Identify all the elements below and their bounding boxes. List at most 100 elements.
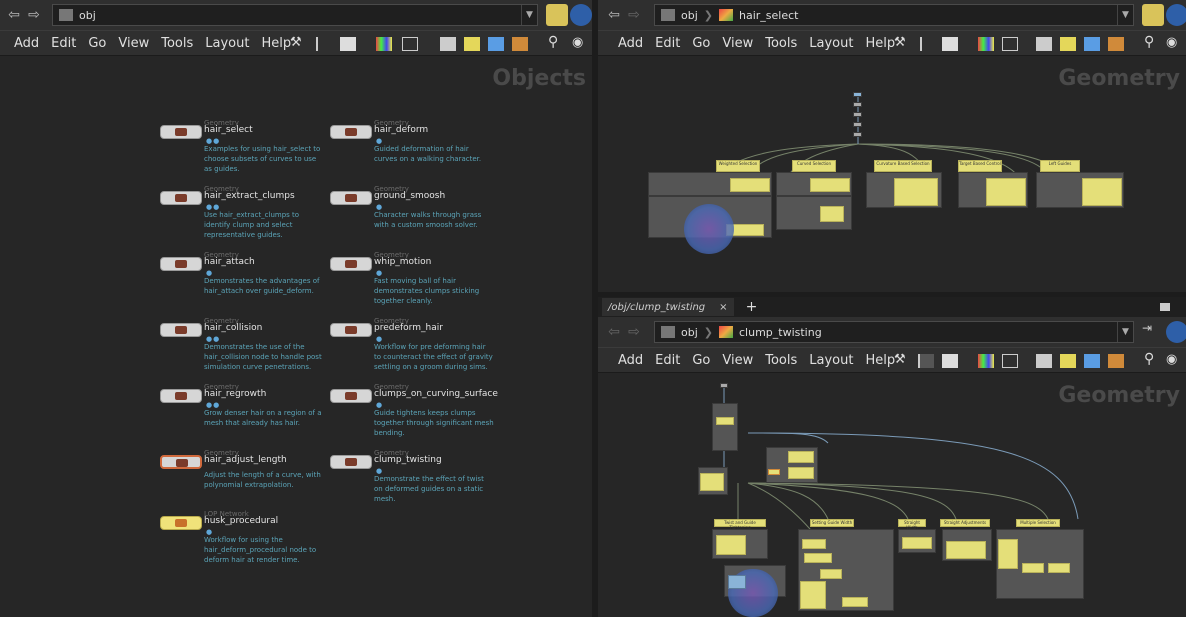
sticky-note[interactable]	[716, 417, 734, 425]
link-icon[interactable]	[1166, 4, 1186, 26]
sticky-note[interactable]	[800, 581, 826, 609]
color-palette-icon[interactable]	[376, 37, 392, 51]
graph-node[interactable]	[853, 92, 862, 97]
back-arrow-icon[interactable]: ⇦	[604, 322, 624, 342]
zoom-icon[interactable]: ⚲	[548, 34, 564, 50]
sticky-note[interactable]	[700, 473, 724, 491]
pane-menu-icon[interactable]	[1160, 303, 1170, 311]
top-right-path-field[interactable]: obj ❯ hair_select ▼	[654, 4, 1134, 26]
left-path-field[interactable]: obj ▼	[52, 4, 538, 26]
sticky-note-icon[interactable]	[1060, 354, 1076, 368]
back-arrow-icon[interactable]: ⇦	[4, 5, 24, 25]
path-dropdown-icon[interactable]: ▼	[1117, 5, 1133, 25]
eye-icon[interactable]: ◉	[1166, 352, 1182, 367]
list-icon[interactable]	[942, 37, 958, 51]
menu-edit[interactable]: Edit	[649, 353, 686, 368]
sticky-note[interactable]	[842, 597, 868, 607]
grid-icon[interactable]	[1002, 354, 1018, 368]
menu-view[interactable]: View	[716, 353, 759, 368]
network-box-icon[interactable]	[440, 37, 456, 51]
tab-close-icon[interactable]: ×	[719, 302, 727, 313]
dot-icon[interactable]	[512, 37, 528, 51]
menu-add[interactable]: Add	[612, 36, 649, 51]
graph-node[interactable]	[853, 112, 862, 117]
forward-arrow-icon[interactable]: ⇨	[24, 5, 44, 25]
sticky-note[interactable]	[820, 569, 842, 579]
sticky-note[interactable]	[730, 178, 770, 192]
bottom-right-path-field[interactable]: obj ❯ clump_twisting ▼	[654, 321, 1134, 343]
grid-icon[interactable]	[1002, 37, 1018, 51]
graph-node[interactable]	[853, 122, 862, 127]
graph-node[interactable]	[853, 102, 862, 107]
forward-arrow-icon[interactable]: ⇨	[624, 5, 644, 25]
menu-layout[interactable]: Layout	[803, 353, 859, 368]
image-icon[interactable]	[1084, 37, 1100, 51]
path-dropdown-icon[interactable]: ▼	[1117, 322, 1133, 342]
bottom-right-network-area[interactable]: Geometry Twist and Guide Tightening Sett…	[598, 373, 1186, 617]
tree-icon[interactable]	[918, 354, 934, 368]
wrench-icon[interactable]: ⚒	[290, 35, 306, 50]
sticky-note[interactable]	[1022, 563, 1044, 573]
add-tab-icon[interactable]: +	[746, 299, 758, 315]
sticky-note[interactable]	[1048, 563, 1070, 573]
tree-icon[interactable]	[920, 37, 936, 51]
top-right-network-area[interactable]: Geometry Weighted Selection Curved Selec…	[598, 56, 1186, 296]
network-box-icon[interactable]	[1036, 37, 1052, 51]
menu-go[interactable]: Go	[686, 353, 716, 368]
back-arrow-icon[interactable]: ⇦	[604, 5, 624, 25]
sticky-note-icon[interactable]	[464, 37, 480, 51]
menu-edit[interactable]: Edit	[649, 36, 686, 51]
grid-icon[interactable]	[402, 37, 418, 51]
list-icon[interactable]	[942, 354, 958, 368]
menu-view[interactable]: View	[716, 36, 759, 51]
wrench-icon[interactable]: ⚒	[894, 35, 910, 50]
graph-node[interactable]	[853, 132, 862, 137]
dot-icon[interactable]	[1108, 354, 1124, 368]
image-icon[interactable]	[1084, 354, 1100, 368]
menu-go[interactable]: Go	[686, 36, 716, 51]
sticky-note[interactable]	[788, 467, 814, 479]
sticky-note[interactable]	[894, 178, 938, 206]
zoom-icon[interactable]: ⚲	[1144, 34, 1160, 50]
dot-icon[interactable]	[1108, 37, 1124, 51]
eye-icon[interactable]: ◉	[572, 35, 588, 50]
selected-node[interactable]	[768, 469, 780, 475]
menu-layout[interactable]: Layout	[199, 36, 255, 51]
sticky-note[interactable]	[946, 541, 986, 559]
tree-icon[interactable]	[316, 37, 332, 51]
menu-add[interactable]: Add	[612, 353, 649, 368]
sticky-note[interactable]	[788, 451, 814, 463]
wrench-icon[interactable]: ⚒	[894, 352, 910, 367]
menu-view[interactable]: View	[112, 36, 155, 51]
list-icon[interactable]	[340, 37, 356, 51]
sticky-note[interactable]	[804, 553, 832, 563]
menu-layout[interactable]: Layout	[803, 36, 859, 51]
color-palette-icon[interactable]	[978, 354, 994, 368]
sticky-note[interactable]	[802, 539, 826, 549]
image-icon[interactable]	[488, 37, 504, 51]
menu-go[interactable]: Go	[82, 36, 112, 51]
zoom-icon[interactable]: ⚲	[1144, 351, 1160, 367]
sticky-note[interactable]	[986, 178, 1026, 206]
graph-node[interactable]	[720, 383, 728, 388]
menu-tools[interactable]: Tools	[759, 353, 803, 368]
sticky-note-icon[interactable]	[1060, 37, 1076, 51]
menu-add[interactable]: Add	[8, 36, 45, 51]
path-dropdown-icon[interactable]: ▼	[521, 5, 537, 25]
color-palette-icon[interactable]	[978, 37, 994, 51]
eye-icon[interactable]: ◉	[1166, 35, 1182, 50]
network-box-icon[interactable]	[1036, 354, 1052, 368]
tab-clump-twisting[interactable]: /obj/clump_twisting ×	[602, 298, 734, 316]
link-icon[interactable]	[570, 4, 592, 26]
menu-edit[interactable]: Edit	[45, 36, 82, 51]
sticky-note[interactable]	[998, 539, 1018, 569]
pin-icon[interactable]: ⇥	[1142, 321, 1164, 343]
sticky-note[interactable]	[1082, 178, 1122, 206]
forward-arrow-icon[interactable]: ⇨	[624, 322, 644, 342]
network-box[interactable]	[712, 403, 738, 451]
pin-icon[interactable]	[546, 4, 568, 26]
sticky-note[interactable]	[810, 178, 850, 192]
selected-node-blue[interactable]	[728, 575, 746, 589]
link-icon[interactable]	[1166, 321, 1186, 343]
sticky-note[interactable]	[820, 206, 844, 222]
